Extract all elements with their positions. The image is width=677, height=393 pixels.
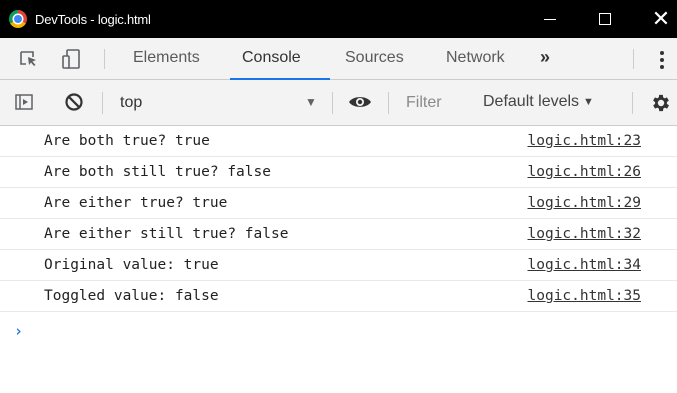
source-link[interactable]: logic.html:23 bbox=[528, 133, 642, 149]
source-link[interactable]: logic.html:32 bbox=[528, 226, 642, 242]
live-expression-eye-icon[interactable] bbox=[348, 94, 372, 110]
maximize-icon bbox=[599, 13, 611, 25]
minimize-button[interactable] bbox=[528, 0, 572, 38]
close-button[interactable]: ✕ bbox=[639, 0, 677, 38]
console-message-text: Original value: true bbox=[44, 257, 219, 273]
context-dropdown-arrow-icon[interactable]: ▼ bbox=[305, 95, 317, 109]
console-toolbar: top ▼ Default levels▼ bbox=[0, 80, 677, 126]
console-message-row: Toggled value: false logic.html:35 bbox=[0, 281, 677, 312]
window-titlebar: DevTools - logic.html bbox=[0, 0, 677, 38]
inspect-element-icon[interactable] bbox=[20, 51, 38, 67]
filter-input[interactable] bbox=[400, 89, 472, 117]
devtools-tabbar: Elements Console Sources Network » bbox=[0, 38, 677, 80]
tab-network[interactable]: Network bbox=[446, 49, 505, 67]
toolbar-divider bbox=[632, 92, 633, 114]
toolbar-divider bbox=[332, 92, 333, 114]
maximize-button[interactable] bbox=[583, 0, 627, 38]
context-selector[interactable]: top bbox=[120, 94, 142, 112]
toolbar-divider bbox=[102, 92, 103, 114]
console-message-text: Are both true? true bbox=[44, 133, 210, 149]
minimize-icon bbox=[544, 18, 556, 20]
console-message-row: Are either true? true logic.html:29 bbox=[0, 188, 677, 219]
console-message-text: Are either still true? false bbox=[44, 226, 289, 242]
source-link[interactable]: logic.html:35 bbox=[528, 288, 642, 304]
console-message-row: Are both true? true logic.html:23 bbox=[0, 126, 677, 157]
tab-sources[interactable]: Sources bbox=[345, 49, 404, 67]
source-link[interactable]: logic.html:34 bbox=[528, 257, 642, 273]
device-toolbar-icon[interactable] bbox=[62, 49, 80, 69]
source-link[interactable]: logic.html:29 bbox=[528, 195, 642, 211]
console-message-text: Toggled value: false bbox=[44, 288, 219, 304]
source-link[interactable]: logic.html:26 bbox=[528, 164, 642, 180]
log-levels-label: Default levels bbox=[483, 93, 580, 110]
console-message-text: Are both still true? false bbox=[44, 164, 271, 180]
sidebar-toggle-icon[interactable] bbox=[15, 94, 33, 110]
more-tabs-chevron-icon[interactable]: » bbox=[540, 47, 550, 68]
console-message-text: Are either true? true bbox=[44, 195, 228, 211]
tabbar-divider bbox=[104, 49, 105, 69]
window-title: DevTools - logic.html bbox=[35, 11, 151, 27]
log-levels-arrow-icon: ▼ bbox=[583, 96, 594, 108]
customize-menu-icon[interactable] bbox=[650, 48, 674, 72]
close-icon: ✕ bbox=[651, 6, 671, 31]
gear-icon[interactable] bbox=[650, 92, 672, 114]
tabbar-divider bbox=[633, 49, 634, 69]
tab-console[interactable]: Console bbox=[242, 49, 301, 67]
tab-elements[interactable]: Elements bbox=[133, 49, 200, 67]
toolbar-divider bbox=[388, 92, 389, 114]
clear-console-icon[interactable] bbox=[64, 92, 84, 112]
console-message-row: Are either still true? false logic.html:… bbox=[0, 219, 677, 250]
console-message-row: Original value: true logic.html:34 bbox=[0, 250, 677, 281]
chrome-icon bbox=[9, 10, 27, 28]
console-prompt-icon[interactable]: › bbox=[14, 322, 23, 340]
console-message-row: Are both still true? false logic.html:26 bbox=[0, 157, 677, 188]
log-levels-dropdown[interactable]: Default levels ▼ bbox=[483, 93, 594, 111]
console-output: Are both true? true logic.html:23 Are bo… bbox=[0, 126, 677, 393]
